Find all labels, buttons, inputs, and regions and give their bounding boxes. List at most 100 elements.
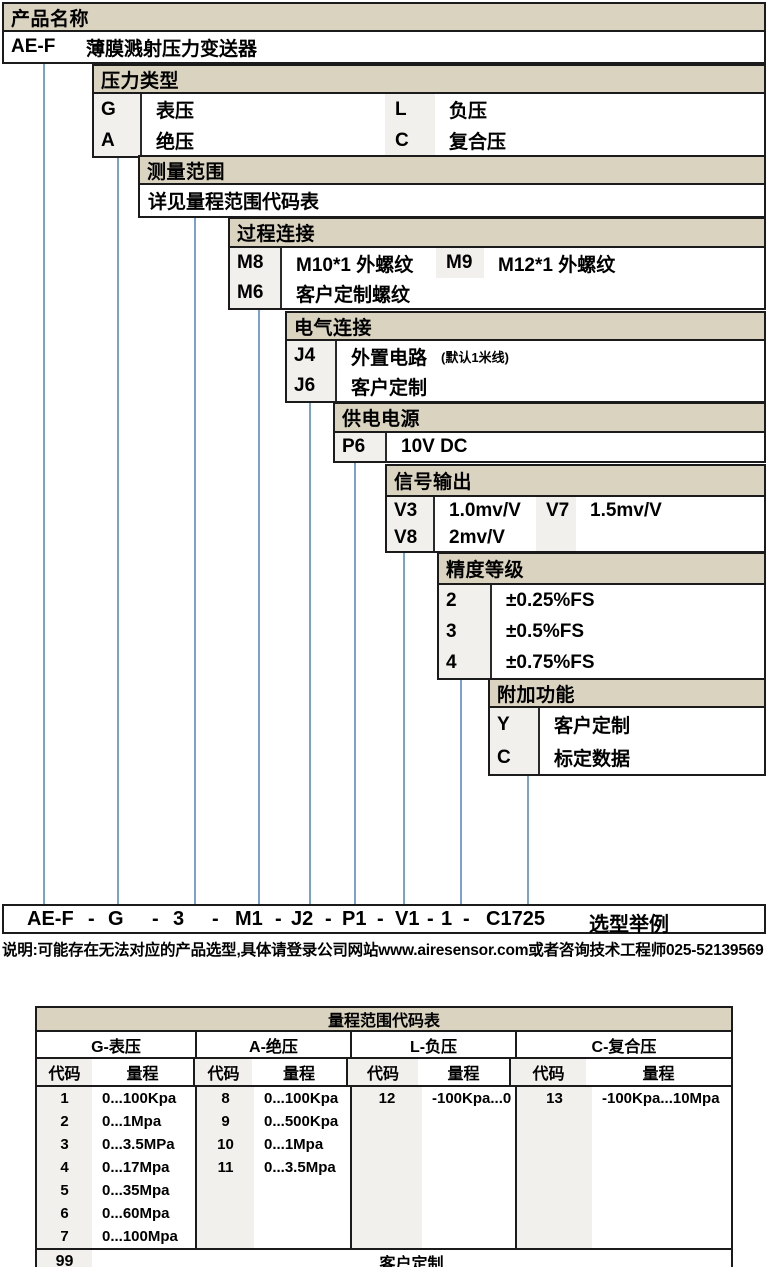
example-part: - [427,908,434,931]
option-label: 客户定制 [540,708,764,741]
option-note: (默认1米线) [441,347,509,366]
range-cell: 0...3.5MPa [92,1133,195,1156]
option-label: 负压 [435,94,764,125]
option-code: G [94,94,142,125]
option-label: 客户定制 [337,371,764,401]
option-label: ±0.5%FS [492,616,764,647]
option-label-text: 外置电路 [351,343,427,370]
table-row: 10...100Kpa [37,1087,195,1110]
table-row: 90...500Kpa [197,1110,350,1133]
option-code: C [490,741,540,774]
example-part: - [275,908,282,931]
table-row: 12-100Kpa...0 [352,1087,515,1110]
range-cell: 0...60Mpa [92,1202,195,1225]
option-label: M10*1 外螺纹 [282,248,436,278]
code-column-header: 代码 [511,1059,586,1085]
range-cell: -100Kpa...0 [422,1087,515,1110]
group-column-c: 13-100Kpa...10Mpa [517,1087,731,1248]
code-cell-empty [517,1110,592,1248]
section-pressure-type: 压力类型 G 表压 L 负压 A 绝压 C 复合压 [92,64,766,158]
code-cell: 12 [352,1087,422,1110]
option-code: C [385,125,435,156]
option-label: 复合压 [435,125,764,156]
range-cell: 0...3.5Mpa [254,1156,350,1179]
example-part: M1 [235,908,263,931]
connector-line [403,551,405,904]
example-part: - [377,908,384,931]
code-cell: 3 [37,1133,92,1156]
option-code: J4 [287,341,337,371]
range-table-footer: 99 客户定制 [37,1248,731,1267]
code-cell: 5 [37,1179,92,1202]
example-part: V1 [395,908,419,931]
pressure-type-header: 压力类型 [94,66,764,94]
option-code: M9 [436,248,484,278]
table-row: 110...3.5Mpa [197,1156,350,1179]
section-power-supply: 供电电源 P6 10V DC [333,402,766,463]
empty-cell [536,524,576,551]
code-cell: 11 [197,1156,254,1179]
example-part: - [325,908,332,931]
example-part: - [212,908,219,931]
code-cell: 2 [37,1110,92,1133]
example-part: AE-F [27,908,74,931]
range-code-table: 量程范围代码表 G-表压 A-绝压 L-负压 C-复合压 代码 量程 代码 量程… [35,1006,733,1267]
range-cell-empty [254,1179,350,1248]
section-additional-function: 附加功能 Y 客户定制 C 标定数据 [488,678,766,776]
electrical-connection-header: 电气连接 [287,313,764,341]
table-row: 50...35Mpa [37,1179,195,1202]
example-order-code: AE-F - G - 3 - M1 - J2 - P1 - V1 - 1 - C… [2,904,766,934]
code-cell: 13 [517,1087,592,1110]
group-column-g: 10...100Kpa 20...1Mpa 30...3.5MPa 40...1… [37,1087,197,1248]
code-cell-empty [197,1179,254,1248]
table-row: 80...100Kpa [197,1087,350,1110]
option-code: V7 [536,497,576,524]
spacer [509,341,764,371]
option-code: M8 [230,248,282,278]
filler-row [352,1110,515,1248]
group-column-a: 80...100Kpa 90...500Kpa 100...1Mpa 110..… [197,1087,352,1248]
example-part: 1 [441,908,452,931]
code-column-header: 代码 [348,1059,418,1085]
group-column-l: 12-100Kpa...0 [352,1087,517,1248]
option-label: 外置电路 (默认1米线) [337,341,509,371]
accuracy-class-header: 精度等级 [439,554,764,585]
example-part: G [108,908,124,931]
option-code: 2 [439,585,492,616]
option-label: 1.5mv/V [576,497,764,524]
product-title: 薄膜溅射压力变送器 [86,32,764,62]
table-row: 30...3.5MPa [37,1133,195,1156]
option-code: P6 [335,433,387,461]
product-name-header: 产品名称 [4,4,764,32]
code-cell: 9 [197,1110,254,1133]
section-accuracy-class: 精度等级 2 ±0.25%FS 3 ±0.5%FS 4 ±0.75%FS [437,552,766,680]
example-label: 选型举例 [589,908,669,937]
range-cell: 0...100Kpa [92,1087,195,1110]
connector-line [309,401,311,904]
range-column-header: 量程 [586,1059,731,1085]
footer-code: 99 [37,1250,92,1267]
example-part: - [88,908,95,931]
option-label: M12*1 外螺纹 [484,248,764,278]
group-header-c: C-复合压 [517,1032,731,1057]
range-cell: -100Kpa...10Mpa [592,1087,731,1110]
option-code: 4 [439,647,492,678]
option-label: 10V DC [387,433,764,461]
option-label: 客户定制螺纹 [282,278,764,308]
table-row: 100...1Mpa [197,1133,350,1156]
group-header-g: G-表压 [37,1032,197,1057]
connector-line [117,155,119,904]
code-cell: 6 [37,1202,92,1225]
example-part: - [463,908,470,931]
range-column-header: 量程 [418,1059,511,1085]
section-product-name: 产品名称 AE-F 薄膜溅射压力变送器 [2,2,766,64]
range-cell-empty [422,1110,515,1248]
option-code: V3 [387,497,435,524]
option-code: A [94,125,142,156]
filler-row [517,1110,731,1248]
range-cell-empty [592,1110,731,1248]
signal-output-header: 信号输出 [387,466,764,497]
measuring-range-note: 详见量程范围代码表 [140,185,764,216]
table-row: 60...60Mpa [37,1202,195,1225]
section-process-connection: 过程连接 M8 M10*1 外螺纹 M9 M12*1 外螺纹 M6 客户定制螺纹 [228,217,766,310]
